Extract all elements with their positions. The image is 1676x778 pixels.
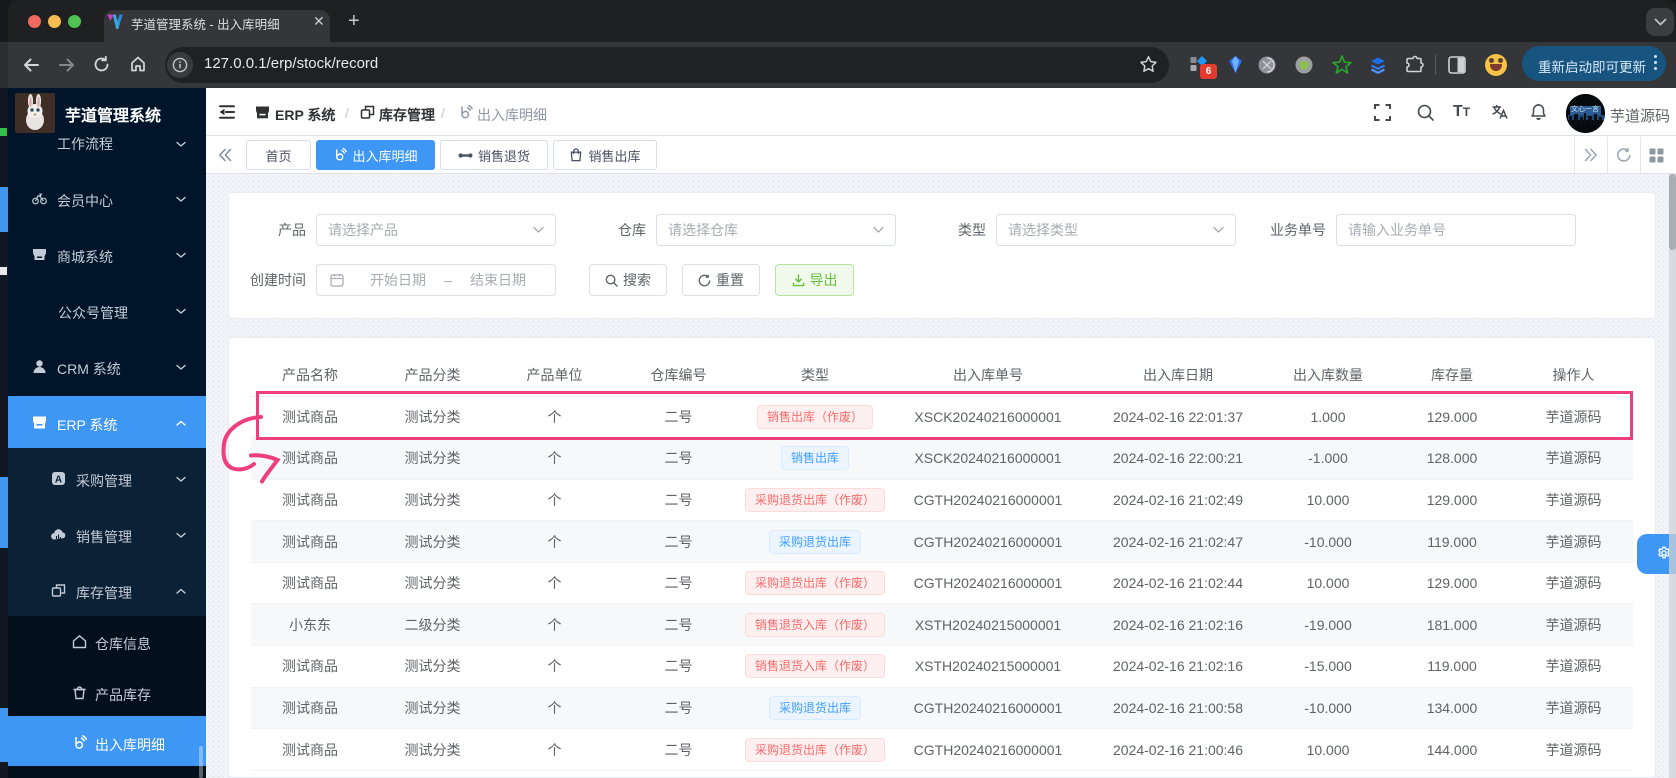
svg-text:文心一言: 文心一言 xyxy=(1571,104,1599,113)
svg-text:A: A xyxy=(55,475,62,486)
